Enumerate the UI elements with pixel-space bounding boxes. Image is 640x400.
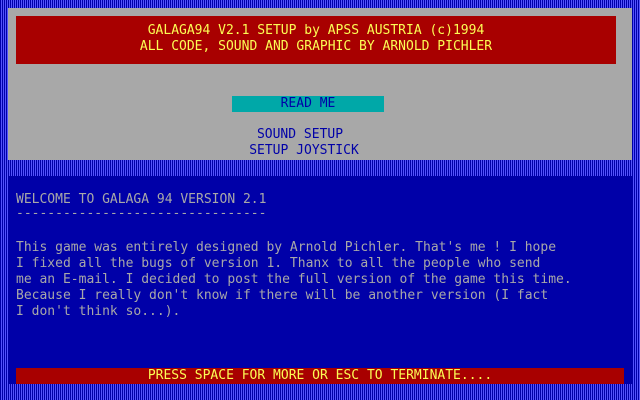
readme-line-2: I fixed all the bugs of version 1. Thanx…: [16, 256, 541, 271]
title-banner: GALAGA94 V2.1 SETUP by APSS AUSTRIA (c)1…: [16, 16, 616, 64]
readme-line-1: This game was entirely designed by Arnol…: [16, 240, 557, 255]
readme-heading-underline: --------------------------------: [16, 206, 267, 221]
menu-item-sound-setup[interactable]: SOUND SETUP: [232, 128, 368, 142]
menu-item-setup-joystick[interactable]: SETUP JOYSTICK: [232, 144, 376, 158]
menu-item-read-me[interactable]: READ ME: [232, 96, 384, 112]
readme-line-4: Because I really don't know if there wil…: [16, 288, 549, 303]
title-line-1: GALAGA94 V2.1 SETUP by APSS AUSTRIA (c)1…: [147, 23, 485, 38]
readme-line-5: I don't think so...).: [16, 304, 181, 319]
readme-line-3: me an E-mail. I decided to post the full…: [16, 272, 572, 287]
title-line-2: ALL CODE, SOUND AND GRAPHIC BY ARNOLD PI…: [139, 39, 493, 54]
status-bar: PRESS SPACE FOR MORE OR ESC TO TERMINATE…: [16, 368, 624, 384]
